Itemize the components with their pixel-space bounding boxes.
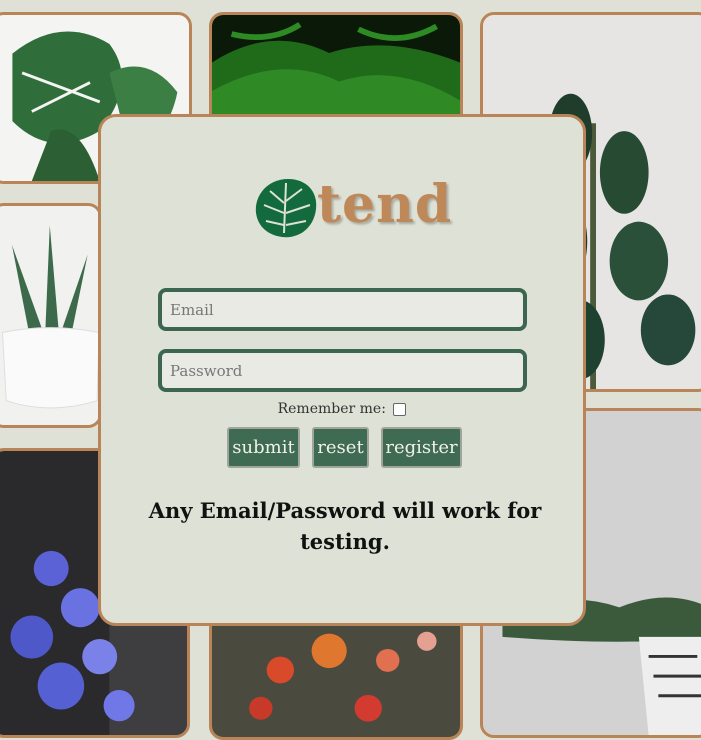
email-field[interactable] bbox=[158, 288, 527, 331]
remember-me-row: Remember me: bbox=[101, 401, 583, 417]
brand-name: tend bbox=[317, 174, 453, 235]
submit-button[interactable]: submit bbox=[227, 427, 300, 468]
brand-logo: tend bbox=[250, 173, 453, 253]
remember-me-label: Remember me: bbox=[277, 401, 386, 417]
monstera-leaf-icon bbox=[255, 179, 317, 238]
password-field[interactable] bbox=[158, 349, 527, 392]
remember-me-checkbox[interactable] bbox=[393, 402, 407, 416]
fern-plant-photo bbox=[212, 15, 460, 129]
testing-note: Any Email/Password will work for testing… bbox=[148, 498, 542, 554]
register-button[interactable]: register bbox=[381, 427, 462, 468]
succulent-plant-photo bbox=[0, 206, 99, 425]
reset-button[interactable]: reset bbox=[312, 427, 369, 468]
login-card: tend Remember me: submit reset register … bbox=[98, 114, 586, 626]
gallery-photo-succulent bbox=[0, 203, 102, 428]
